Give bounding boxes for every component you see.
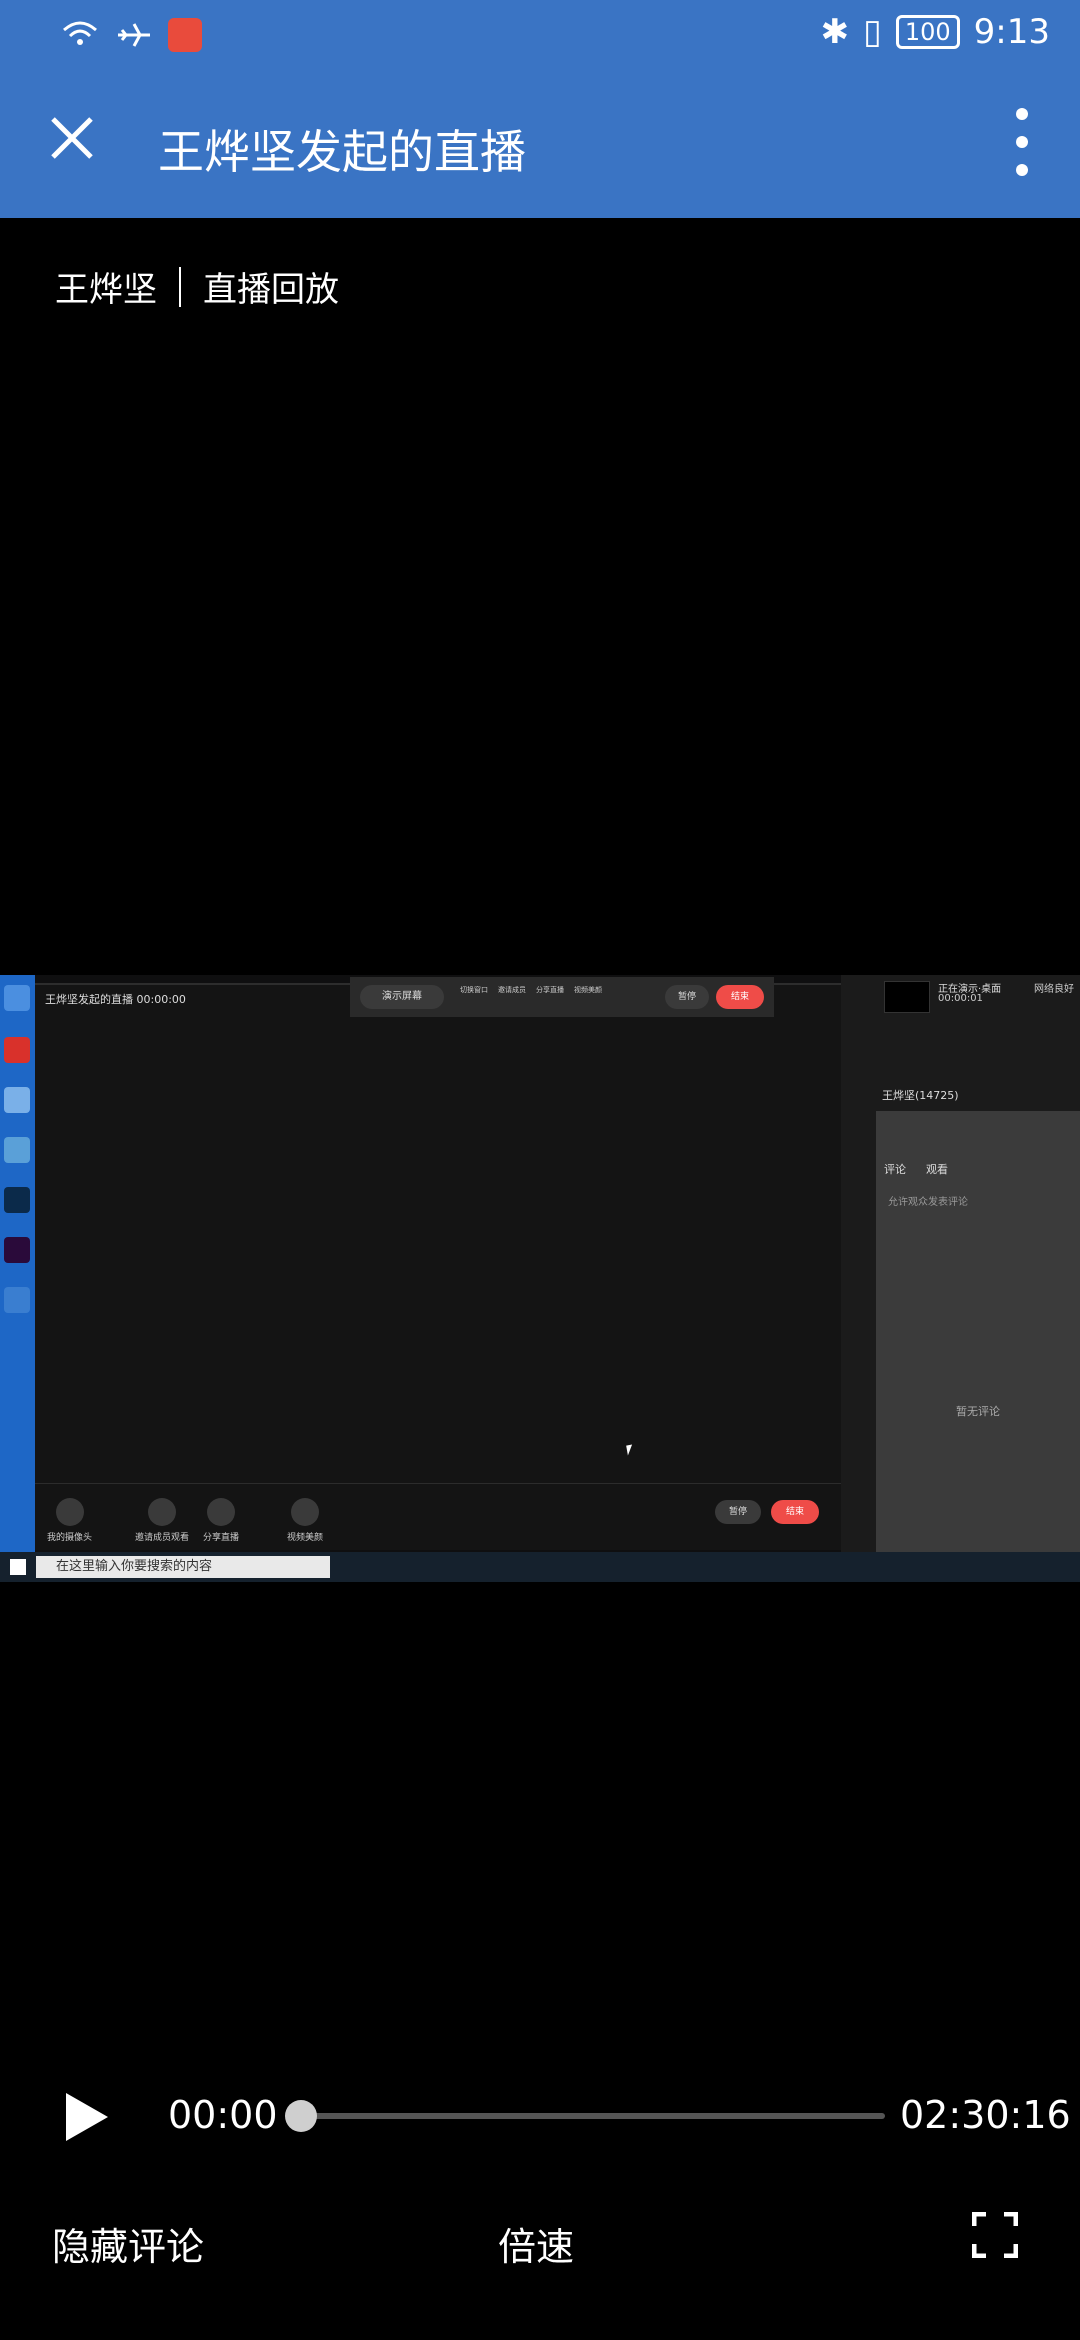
- video-beauty: 视频美颜: [287, 1498, 323, 1543]
- total-time: 02:30:16: [900, 2093, 1071, 2137]
- hide-comments-button[interactable]: 隐藏评论: [52, 2216, 204, 2271]
- video-beauty-label: 视频美颜: [574, 986, 602, 994]
- no-comments-text: 暂无评论: [956, 1405, 1000, 1418]
- current-time: 00:00: [168, 2093, 278, 2137]
- bottom-pause-button: 暂停: [715, 1500, 761, 1524]
- invite-members-label: 邀请成员: [498, 986, 526, 994]
- invite-icon: [148, 1498, 176, 1526]
- inner-comment-panel: 正在演示·桌面 00:00:01 网络良好 王烨坚(14725) 评论 观看 允…: [876, 975, 1080, 1555]
- status-left: [60, 18, 202, 52]
- share-icon: [207, 1498, 235, 1526]
- desktop-icon: [4, 1087, 30, 1113]
- inner-live-window: 王烨坚发起的直播 00:00:00 演示屏幕 切换窗口 邀请成员 分享直播 视频…: [35, 977, 841, 1550]
- presenting-time: 00:00:01: [938, 993, 983, 1004]
- switch-window-label: 切换窗口: [460, 986, 488, 994]
- live-subtitle: 王烨坚 直播回放: [55, 262, 339, 311]
- video-player[interactable]: 王烨坚发起的直播 00:00:00 演示屏幕 切换窗口 邀请成员 分享直播 视频…: [0, 975, 1080, 1582]
- battery-indicator: 100: [895, 15, 960, 49]
- progress-thumb[interactable]: [285, 2100, 317, 2132]
- playback-controls: 00:00 02:30:16: [0, 2075, 1080, 2155]
- desktop-icon: [4, 1287, 30, 1313]
- fullscreen-icon: [971, 2211, 1019, 2259]
- desktop-icon: [4, 1187, 30, 1213]
- share-live-label: 分享直播: [536, 986, 564, 994]
- windows-taskbar: 在这里输入你要搜索的内容: [0, 1552, 1080, 1582]
- bottom-end-button: 结束: [771, 1500, 819, 1524]
- host-name: 王烨坚: [55, 270, 157, 310]
- invite-viewers: 邀请成员观看: [135, 1498, 189, 1543]
- preview-thumbnail: [884, 981, 930, 1013]
- more-icon: [1016, 108, 1028, 120]
- play-button[interactable]: [58, 2089, 114, 2145]
- tab-comments: 评论: [884, 1163, 906, 1176]
- play-icon: [66, 2093, 108, 2141]
- panel-header: 正在演示·桌面 00:00:01 网络良好 王烨坚(14725): [876, 975, 1080, 1111]
- desktop-icon: [4, 1137, 30, 1163]
- inner-bottom-toolbar: 我的摄像头 邀请成员观看 分享直播 视频美颜 暂停 结束: [35, 1483, 841, 1550]
- sparkle-icon: [291, 1498, 319, 1526]
- close-icon: [51, 117, 93, 159]
- tab-viewers: 观看: [926, 1163, 948, 1176]
- panel-tabs: 评论 观看: [884, 1161, 948, 1177]
- airplane-icon: [118, 23, 150, 47]
- wifi-icon: [63, 21, 97, 45]
- app-notification-icon: [168, 18, 202, 52]
- status-bar: ✱ ▯ 100 9:13: [0, 0, 1080, 72]
- end-button: 结束: [716, 985, 764, 1009]
- clock: 9:13: [973, 12, 1050, 52]
- vibrate-icon: ▯: [863, 12, 882, 52]
- desktop-icon: [4, 985, 30, 1011]
- allow-comments-toggle: 允许观众发表评论: [888, 1197, 968, 1208]
- windows-start-icon: [10, 1559, 26, 1575]
- progress-track[interactable]: [300, 2113, 885, 2119]
- desktop-icon: [4, 1037, 30, 1063]
- more-options-button[interactable]: [994, 108, 1050, 176]
- share-live: 分享直播: [203, 1498, 239, 1543]
- desktop-icon: [4, 1237, 30, 1263]
- close-button[interactable]: [40, 106, 104, 170]
- pause-button: 暂停: [665, 985, 709, 1009]
- desktop-icons: [0, 975, 35, 1555]
- network-status: 网络良好: [1034, 984, 1074, 995]
- speed-button[interactable]: 倍速: [498, 2216, 574, 2271]
- replay-tag: 直播回放: [203, 270, 339, 310]
- inner-window-title: 王烨坚发起的直播 00:00:00: [45, 993, 186, 1006]
- inner-side-column: [841, 975, 876, 1555]
- taskbar-search: 在这里输入你要搜索的内容: [36, 1556, 330, 1578]
- fullscreen-button[interactable]: [971, 2211, 1019, 2259]
- camera-icon: [55, 1498, 84, 1526]
- bluetooth-icon: ✱: [820, 12, 850, 52]
- present-screen-button: 演示屏幕: [360, 985, 444, 1009]
- mouse-cursor-icon: [626, 1444, 634, 1456]
- panel-host: 王烨坚(14725): [882, 1089, 959, 1102]
- page-title: 王烨坚发起的直播: [158, 125, 526, 179]
- divider: [179, 266, 181, 307]
- player-footer: 隐藏评论 倍速: [0, 2200, 1080, 2280]
- my-camera: 我的摄像头: [47, 1498, 92, 1543]
- inner-top-toolbar: 演示屏幕 切换窗口 邀请成员 分享直播 视频美颜 暂停 结束: [350, 977, 774, 1017]
- status-right: ✱ ▯ 100 9:13: [821, 12, 1050, 52]
- app-bar: 王烨坚发起的直播: [0, 72, 1080, 218]
